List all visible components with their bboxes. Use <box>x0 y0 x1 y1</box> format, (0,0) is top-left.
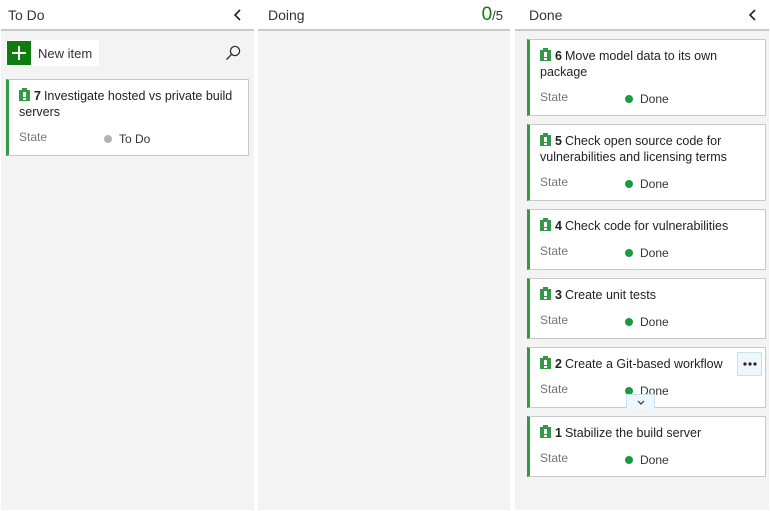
card-list: 7 Investigate hosted vs private build ser… <box>6 79 249 156</box>
collapse-column-button[interactable] <box>744 6 762 24</box>
column-title: Doing <box>268 7 305 23</box>
column-toolbar: New item <box>6 40 249 66</box>
state-dot-icon <box>625 249 633 257</box>
column-header: Doing 0 /5 <box>258 1 510 31</box>
work-item-title[interactable]: Move model data to its own package <box>540 49 717 79</box>
column-done: Done 6 Move model data to its own package… <box>515 1 769 510</box>
work-item-id: 5 <box>555 134 562 148</box>
card-title-line: 3 Create unit tests <box>540 287 755 303</box>
state-field-label: State <box>540 244 569 258</box>
state-field-label: State <box>540 382 569 396</box>
chevron-down-icon <box>637 400 644 405</box>
collapse-column-button[interactable] <box>229 6 247 24</box>
card-title-line: 7 Investigate hosted vs private build ser… <box>19 88 238 120</box>
search-button[interactable] <box>224 44 242 62</box>
state-field: State Done <box>540 449 755 467</box>
state-text: Done <box>640 315 669 329</box>
wip-current-count: 0 <box>481 4 493 25</box>
work-item-card[interactable]: 3 Create unit tests State Done <box>527 278 766 339</box>
wip-limit-indicator: 0 /5 <box>482 4 503 26</box>
state-field-label: State <box>540 451 569 465</box>
state-text: Done <box>640 453 669 467</box>
state-dot-icon <box>104 135 112 143</box>
card-list: 6 Move model data to its own package Stat… <box>527 39 766 477</box>
state-field: State To Do <box>19 128 238 146</box>
column-body: New item 7 Investigate hosted vs private … <box>1 31 254 156</box>
search-icon <box>226 45 241 60</box>
state-text: Done <box>640 246 669 260</box>
state-field: State Done <box>540 242 755 260</box>
work-item-id: 3 <box>555 288 562 302</box>
work-item-card[interactable]: 7 Investigate hosted vs private build ser… <box>6 79 249 156</box>
work-item-id: 1 <box>555 426 562 440</box>
new-item-label: New item <box>38 45 93 61</box>
state-text: Done <box>640 92 669 106</box>
product-backlog-item-icon <box>540 133 551 146</box>
state-field-label: State <box>540 313 569 327</box>
column-title: Done <box>529 7 563 23</box>
column-header: To Do <box>1 1 254 31</box>
work-item-id: 4 <box>555 219 562 233</box>
state-value[interactable]: To Do <box>104 132 150 146</box>
work-item-title[interactable]: Investigate hosted vs private build serv… <box>19 89 232 119</box>
state-dot-icon <box>625 456 633 464</box>
product-backlog-item-icon <box>540 425 551 438</box>
chevron-left-icon <box>748 9 756 21</box>
column-body <box>258 31 510 39</box>
work-item-card[interactable]: 6 Move model data to its own package Stat… <box>527 39 766 116</box>
column-header: Done <box>515 1 769 31</box>
column-body: 6 Move model data to its own package Stat… <box>515 31 769 477</box>
state-value[interactable]: Done <box>625 177 669 191</box>
product-backlog-item-icon <box>540 48 551 61</box>
work-item-title[interactable]: Stabilize the build server <box>565 426 701 440</box>
product-backlog-item-icon <box>540 287 551 300</box>
product-backlog-item-icon <box>540 218 551 231</box>
state-field: State Done <box>540 88 755 106</box>
work-item-id: 2 <box>555 357 562 371</box>
state-field: State Done <box>540 311 755 329</box>
product-backlog-item-icon <box>19 88 30 101</box>
card-title-line: 6 Move model data to its own package <box>540 48 755 80</box>
state-dot-icon <box>625 318 633 326</box>
state-value[interactable]: Done <box>625 315 669 329</box>
state-value[interactable]: Done <box>625 246 669 260</box>
column-todo: To Do New item 7 Investigate hosted vs p… <box>1 1 254 510</box>
column-doing: Doing 0 /5 <box>258 1 510 510</box>
state-text: To Do <box>119 132 151 146</box>
state-field-label: State <box>19 130 48 144</box>
work-item-id: 6 <box>555 49 562 63</box>
wip-limit: /5 <box>492 8 503 23</box>
work-item-card[interactable]: 2 Create a Git-based workflow State Done <box>527 347 766 409</box>
work-item-title[interactable]: Create unit tests <box>565 288 656 302</box>
work-item-card[interactable]: 5 Check open source code for vulnerabilit… <box>527 124 766 201</box>
state-dot-icon <box>625 95 633 103</box>
more-options-icon <box>742 362 757 366</box>
state-value[interactable]: Done <box>625 92 669 106</box>
state-value[interactable]: Done <box>625 453 669 467</box>
state-field-label: State <box>540 175 569 189</box>
product-backlog-item-icon <box>540 356 551 369</box>
chevron-left-icon <box>233 9 241 21</box>
card-more-options-button[interactable] <box>737 352 762 376</box>
card-title-line: 5 Check open source code for vulnerabilit… <box>540 133 755 165</box>
work-item-title[interactable]: Check open source code for vulnerabiliti… <box>540 134 727 164</box>
state-dot-icon <box>625 180 633 188</box>
work-item-id: 7 <box>34 89 41 103</box>
card-title-line: 4 Check code for vulnerabilities <box>540 218 755 234</box>
work-item-card[interactable]: 4 Check code for vulnerabilities State Do… <box>527 209 766 270</box>
state-field: State Done <box>540 173 755 191</box>
card-title-line: 2 Create a Git-based workflow <box>540 356 733 372</box>
work-item-title[interactable]: Create a Git-based workflow <box>565 357 723 371</box>
work-item-card[interactable]: 1 Stabilize the build server State Done <box>527 416 766 477</box>
state-text: Done <box>640 177 669 191</box>
card-expand-button[interactable] <box>626 394 655 409</box>
card-title-line: 1 Stabilize the build server <box>540 425 755 441</box>
state-field-label: State <box>540 90 569 104</box>
new-item-button[interactable]: New item <box>6 40 100 66</box>
column-title: To Do <box>8 7 45 23</box>
work-item-title[interactable]: Check code for vulnerabilities <box>565 219 728 233</box>
plus-icon <box>7 41 31 65</box>
